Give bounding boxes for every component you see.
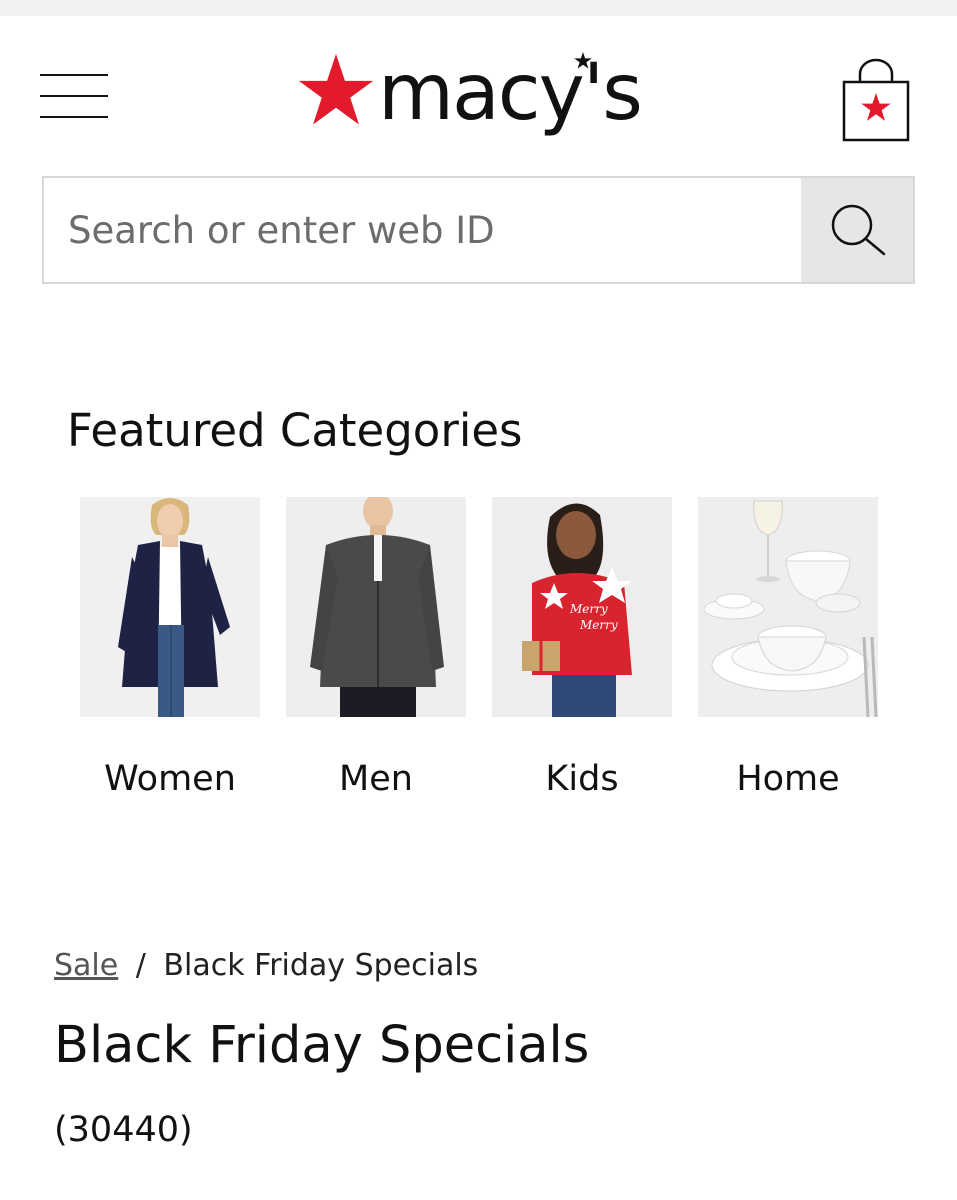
category-women[interactable]: Women [80,497,260,799]
status-strip [0,0,957,16]
breadcrumb: Sale / Black Friday Specials [54,948,478,983]
macys-mobile-page: macy's Featured Categories [0,0,957,1200]
category-label: Men [339,759,413,799]
category-label: Kids [545,759,619,799]
search-bar [42,176,915,284]
menu-bar [40,116,108,118]
svg-text:Merry: Merry [569,602,608,616]
category-men[interactable]: Men [286,497,466,799]
search-button[interactable] [801,178,913,282]
svg-text:Merry: Merry [579,618,618,632]
search-icon [831,204,886,256]
breadcrumb-separator: / [135,948,146,983]
category-home-image [698,497,878,717]
menu-bar [40,74,108,76]
category-men-image [286,497,466,717]
category-kids-image: Merry Merry [492,497,672,717]
shopping-bag-icon[interactable] [838,58,914,146]
macys-logo[interactable]: macy's [298,48,643,148]
breadcrumb-current: Black Friday Specials [163,948,479,983]
category-kids[interactable]: Merry Merry Kids [492,497,672,799]
category-label: Home [736,759,840,799]
logo-wordmark: macy's [378,48,643,138]
menu-bar [40,95,108,97]
breadcrumb-link-sale[interactable]: Sale [54,948,118,983]
logo-small-star-icon [574,52,592,69]
search-input[interactable] [44,178,801,282]
page-title: Black Friday Specials [54,1016,590,1075]
bag-graphic [842,58,910,142]
category-women-image [80,497,260,717]
macys-star-icon [298,54,374,125]
menu-icon[interactable] [36,68,112,124]
category-home[interactable]: Home [698,497,878,799]
category-label: Women [104,759,236,799]
result-count: (30440) [54,1110,193,1150]
featured-categories-list: Women Men Merry Merry Kids Home [80,497,880,817]
featured-categories-title: Featured Categories [67,404,523,457]
